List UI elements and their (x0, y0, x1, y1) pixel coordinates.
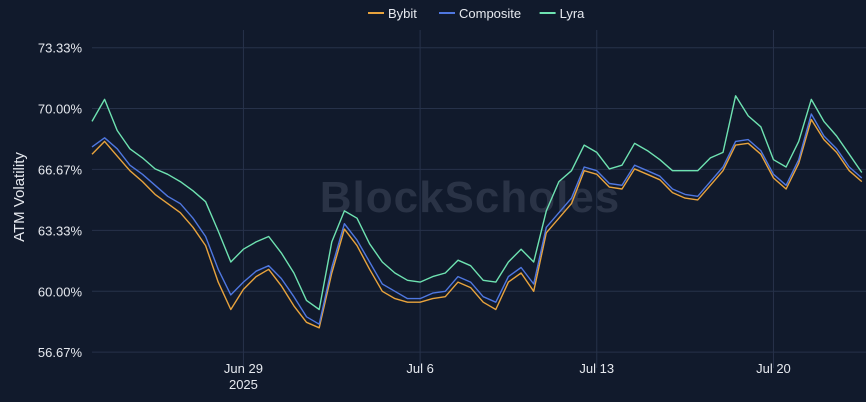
y-tick-label: 73.33% (38, 41, 83, 56)
x-tick-label: Jul 20 (756, 361, 791, 376)
x-tick-year-label: 2025 (229, 377, 258, 392)
legend-label-lyra: Lyra (560, 6, 586, 21)
watermark-text: BlockScholes (320, 173, 621, 222)
y-tick-label: 56.67% (38, 345, 83, 360)
x-tick-label: Jul 13 (579, 361, 614, 376)
y-axis-ticks: 56.67% 60.00% 63.33% 66.67% 70.00% 73.33% (38, 41, 83, 360)
chart-svg: BlockScholes 56.67% 60.00% 63.33% 66.67% 70.… (11, 6, 866, 392)
y-tick-label: 63.33% (38, 223, 83, 238)
y-tick-label: 60.00% (38, 284, 83, 299)
x-tick-label: Jun 29 (224, 361, 263, 376)
y-tick-label: 66.67% (38, 162, 83, 177)
legend-label-composite: Composite (459, 6, 521, 21)
x-tick-label: Jul 6 (406, 361, 433, 376)
legend-label-bybit: Bybit (388, 6, 417, 21)
y-tick-label: 70.00% (38, 102, 83, 117)
chart-root: BlockScholes 56.67% 60.00% 63.33% 66.67% 70.… (0, 0, 866, 402)
series-line-bybit (91, 118, 863, 329)
y-axis-title: ATM Volatility (11, 152, 28, 242)
legend: Bybit Composite Lyra (368, 6, 585, 21)
x-axis-ticks: Jun 292025 Jul 6 Jul 13 Jul 20 (224, 361, 791, 392)
